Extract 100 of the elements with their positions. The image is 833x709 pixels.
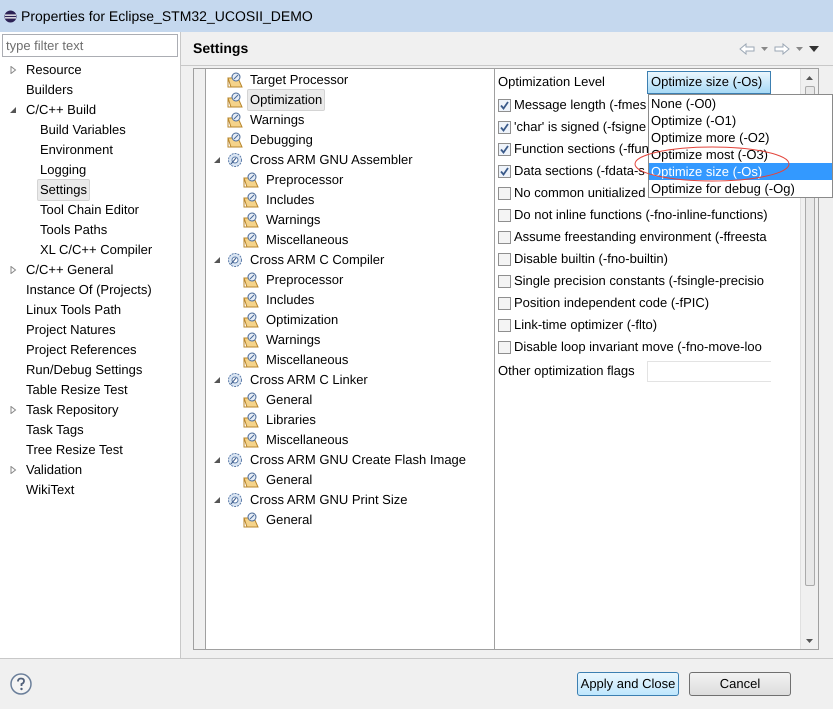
tree-item[interactable]: Task Tags <box>23 419 87 441</box>
tree-item[interactable]: WikiText <box>23 479 78 501</box>
field-label: Optimization Level <box>498 73 606 92</box>
checkbox-label: Message length (-fmes <box>514 96 646 114</box>
folder-settings-icon <box>227 112 243 128</box>
other-flags-field[interactable] <box>647 360 771 382</box>
page-title: Settings <box>193 39 248 58</box>
collapsed-arrow-icon[interactable] <box>10 66 17 74</box>
scroll-up-icon[interactable] <box>806 76 813 80</box>
tree-item[interactable]: Build Variables <box>37 119 129 141</box>
back-arrow-icon[interactable] <box>739 42 755 54</box>
checkbox[interactable] <box>498 340 511 354</box>
folder-settings-icon <box>243 392 259 408</box>
scroll-down-icon[interactable] <box>806 639 813 643</box>
checkbox[interactable] <box>498 296 511 310</box>
folder-settings-icon <box>243 412 259 428</box>
tree-item[interactable]: Project References <box>23 339 140 361</box>
tree-item[interactable]: Validation <box>23 459 86 481</box>
optimization-level-dropdown[interactable]: Optimize size (-Os) <box>647 70 771 94</box>
tree-item[interactable]: General <box>263 469 316 491</box>
dropdown-caret-icon[interactable] <box>761 46 768 50</box>
tree-item[interactable]: Cross ARM C Compiler <box>247 249 388 271</box>
tree-item[interactable]: Task Repository <box>23 399 122 421</box>
tree-item[interactable]: Includes <box>263 189 318 211</box>
tree-item[interactable]: Tree Resize Test <box>23 439 126 461</box>
window-title: Properties for Eclipse_STM32_UCOSII_DEMO <box>21 6 313 26</box>
tree-item[interactable]: Miscellaneous <box>263 349 352 371</box>
collapsed-arrow-icon[interactable] <box>10 266 17 274</box>
dropdown-option[interactable]: Optimize for debug (-Og) <box>649 180 832 197</box>
checkbox-label: Position independent code (-fPIC) <box>514 294 710 312</box>
tree-item[interactable]: Cross ARM C Linker <box>247 369 371 391</box>
help-icon[interactable] <box>10 673 32 695</box>
tree-item[interactable]: Environment <box>37 139 116 161</box>
tree-item[interactable]: C/C++ Build <box>23 99 100 121</box>
tree-item[interactable]: Builders <box>23 79 76 101</box>
tree-item[interactable]: Warnings <box>263 329 324 351</box>
collapsed-arrow-icon[interactable] <box>10 466 17 474</box>
filter-field[interactable]: type filter text <box>2 34 178 57</box>
expanded-arrow-icon[interactable] <box>214 376 221 384</box>
expanded-arrow-icon[interactable] <box>10 106 17 114</box>
tree-item[interactable]: Table Resize Test <box>23 379 131 401</box>
tree-item[interactable]: Instance Of (Projects) <box>23 279 155 301</box>
checkbox[interactable] <box>498 142 511 156</box>
tree-item[interactable]: Libraries <box>263 409 319 431</box>
tree-item[interactable]: Preprocessor <box>263 169 346 191</box>
dropdown-option[interactable]: Optimize (-O1) <box>649 112 832 129</box>
checkbox[interactable] <box>498 98 511 112</box>
field-label: Other optimization flags <box>498 362 636 380</box>
tree-item[interactable]: Tools Paths <box>37 219 110 241</box>
tree-item[interactable]: General <box>263 509 316 531</box>
tree-item[interactable]: C/C++ General <box>23 259 116 281</box>
tree-item[interactable]: Cross ARM GNU Assembler <box>247 149 416 171</box>
apply-and-close-button[interactable]: Apply and Close <box>577 672 679 696</box>
expanded-arrow-icon[interactable] <box>214 456 221 464</box>
folder-settings-icon <box>243 352 259 368</box>
folder-settings-icon <box>243 172 259 188</box>
tree-item[interactable]: General <box>263 389 316 411</box>
tree-item[interactable]: Warnings <box>263 209 324 231</box>
tree-item[interactable]: Settings <box>37 179 90 201</box>
tree-item[interactable]: Includes <box>263 289 318 311</box>
tree-item[interactable]: XL C/C++ Compiler <box>37 239 156 261</box>
tree-item[interactable]: Project Natures <box>23 319 119 341</box>
checkbox[interactable] <box>498 230 511 244</box>
tree-item[interactable]: Cross ARM GNU Print Size <box>247 489 410 511</box>
checkbox[interactable] <box>498 164 511 178</box>
eclipse-logo-icon <box>4 10 17 22</box>
checkbox[interactable] <box>498 274 511 288</box>
checkbox[interactable] <box>498 208 511 222</box>
tree-item[interactable]: Target Processor <box>247 69 352 91</box>
checkbox-label: Single precision constants (-fsingle-precisio <box>514 272 764 290</box>
expanded-arrow-icon[interactable] <box>214 496 221 504</box>
expanded-arrow-icon[interactable] <box>214 256 221 264</box>
tree-item[interactable]: Resource <box>23 59 85 81</box>
checkbox[interactable] <box>498 252 511 266</box>
dropdown-option[interactable]: Optimize more (-O2) <box>649 129 832 146</box>
checkbox[interactable] <box>498 186 511 200</box>
forward-arrow-icon[interactable] <box>774 42 790 54</box>
gear-icon <box>227 492 243 508</box>
tree-item[interactable]: Miscellaneous <box>263 429 352 451</box>
tree-item[interactable]: Optimization <box>263 309 342 331</box>
dropdown-caret-icon[interactable] <box>796 46 803 50</box>
tree-item[interactable]: Run/Debug Settings <box>23 359 146 381</box>
collapsed-arrow-icon[interactable] <box>10 406 17 414</box>
tree-item[interactable]: Miscellaneous <box>263 229 352 251</box>
checkbox[interactable] <box>498 120 511 134</box>
cancel-button[interactable]: Cancel <box>689 672 791 696</box>
checkbox[interactable] <box>498 318 511 332</box>
tree-item[interactable]: Cross ARM GNU Create Flash Image <box>247 449 470 471</box>
tree-item[interactable]: Optimization <box>247 89 326 111</box>
tree-item[interactable]: Tool Chain Editor <box>37 199 142 221</box>
tree-item[interactable]: Logging <box>37 159 90 181</box>
checkbox-label: Disable loop invariant move (-fno-move-loo <box>514 338 762 356</box>
tree-item[interactable]: Linux Tools Path <box>23 299 124 321</box>
tree-item[interactable]: Preprocessor <box>263 269 346 291</box>
folder-settings-icon <box>243 472 259 488</box>
expanded-arrow-icon[interactable] <box>214 156 221 164</box>
tree-item[interactable]: Debugging <box>247 129 316 151</box>
tree-item[interactable]: Warnings <box>247 109 308 131</box>
view-menu-icon[interactable] <box>809 46 819 52</box>
dropdown-option[interactable]: None (-O0) <box>649 95 832 112</box>
